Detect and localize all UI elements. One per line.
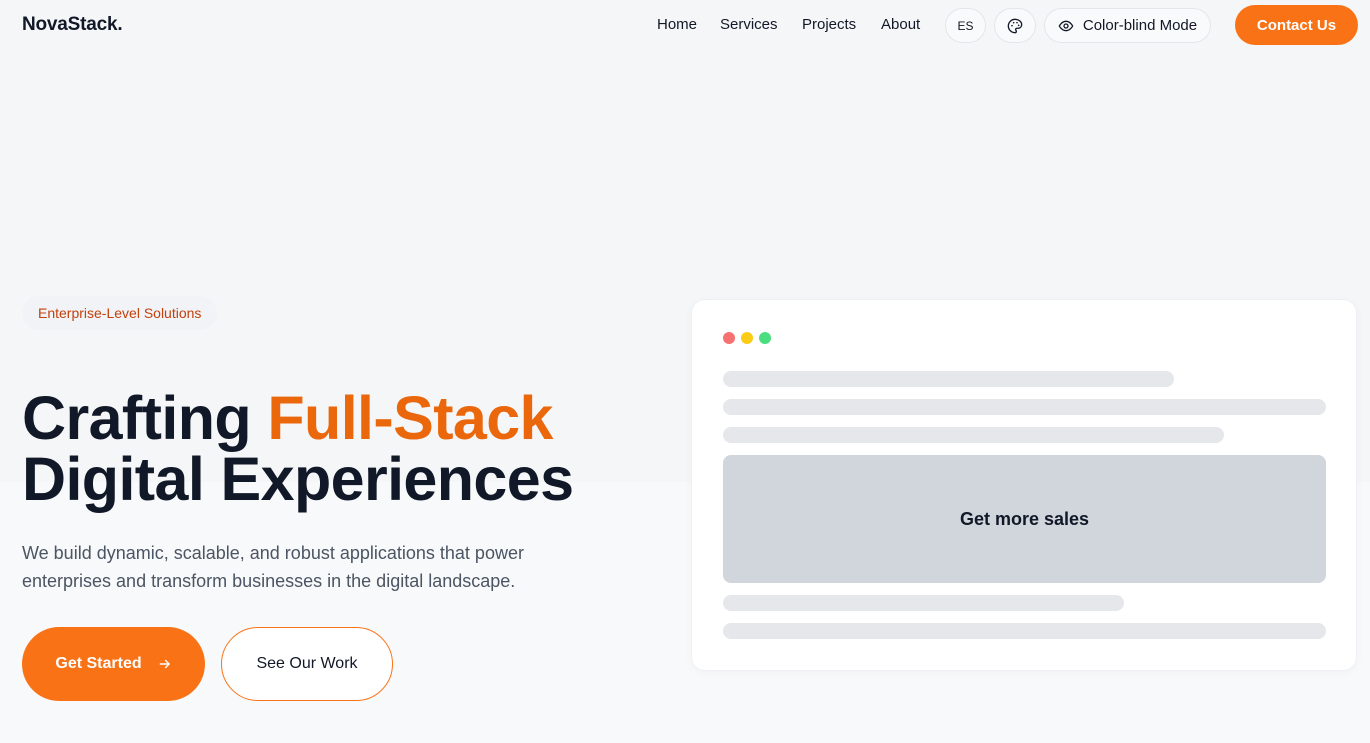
arrow-right-icon (159, 659, 170, 669)
nav-projects[interactable]: Projects (802, 16, 856, 33)
placeholder-line (723, 595, 1124, 611)
hero-description: We build dynamic, scalable, and robust a… (22, 543, 524, 591)
hero-title-line2: Digital Experiences (22, 445, 574, 513)
get-started-button[interactable]: Get Started (22, 627, 205, 701)
hero-title-part1: Crafting (22, 384, 268, 452)
nav-services[interactable]: Services (720, 16, 778, 33)
theme-palette-button[interactable] (994, 8, 1036, 43)
eye-icon (1058, 20, 1074, 31)
hero-badge: Enterprise-Level Solutions (22, 296, 218, 330)
color-blind-mode-label: Color-blind Mode (1082, 17, 1198, 34)
browser-mockup-card: Get more sales (691, 299, 1357, 671)
window-dot-red (723, 332, 735, 344)
placeholder-line (723, 427, 1224, 443)
hero-title: Crafting Full-Stack Digital Experiences (22, 388, 574, 513)
get-started-label: Get Started (55, 655, 142, 672)
window-dot-green (759, 332, 771, 344)
palette-icon (1007, 18, 1023, 33)
language-toggle-button[interactable]: ES (945, 8, 986, 43)
window-dot-yellow (741, 332, 753, 344)
color-blind-mode-button[interactable]: Color-blind Mode (1044, 8, 1211, 43)
nav-home[interactable]: Home (657, 16, 697, 33)
logo[interactable]: NovaStack. (22, 14, 123, 36)
hero-title-accent: Full-Stack (267, 384, 553, 452)
see-our-work-button[interactable]: See Our Work (221, 627, 393, 701)
contact-us-button[interactable]: Contact Us (1235, 5, 1358, 45)
nav-about[interactable]: About (881, 16, 920, 33)
mockup-banner: Get more sales (723, 455, 1326, 583)
placeholder-line (723, 399, 1326, 415)
placeholder-line (723, 623, 1326, 639)
site-header: NovaStack. Home Services Projects About … (0, 0, 1370, 50)
placeholder-line (723, 371, 1174, 387)
